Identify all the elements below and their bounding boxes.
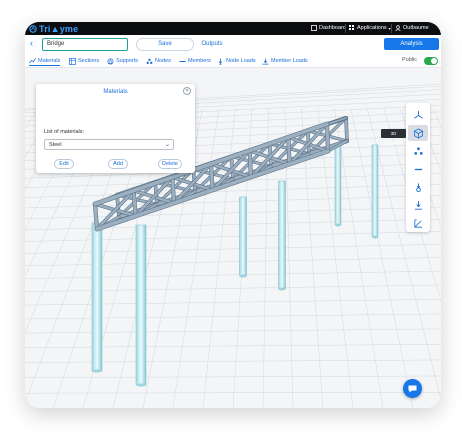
- column-base: [278, 287, 286, 291]
- tab-label: Nodes: [155, 58, 171, 64]
- axes-view-button[interactable]: [408, 107, 428, 123]
- dimension-icon: [413, 218, 422, 228]
- dashboard-label: Dashboard: [319, 25, 346, 31]
- front-vertical[interactable]: [248, 149, 253, 179]
- back-icon[interactable]: ‹: [30, 38, 33, 48]
- support-column[interactable]: [91, 222, 103, 372]
- chat-button[interactable]: [403, 379, 422, 398]
- project-toolbar: ‹ Bridge Save Outputs Analysis: [25, 35, 441, 54]
- front-vertical[interactable]: [132, 189, 137, 218]
- nodes-icon: [413, 146, 423, 155]
- show-loads-button[interactable]: [408, 197, 428, 213]
- tab-sections[interactable]: Sections: [69, 56, 99, 66]
- applications-menu[interactable]: Applications ▾: [349, 25, 391, 31]
- back-vertical[interactable]: [344, 116, 349, 143]
- top-bar: Tri▲yme Dashboard Applications ▾ Outbaum…: [25, 22, 441, 35]
- add-button[interactable]: Add: [108, 159, 128, 169]
- tab-label: Sections: [78, 58, 100, 64]
- chart-line-icon: [29, 58, 36, 64]
- member-icon: [414, 168, 422, 170]
- dashboard-icon: [311, 25, 317, 31]
- column-base: [239, 274, 247, 278]
- support-column[interactable]: [371, 144, 379, 238]
- support-column[interactable]: [135, 224, 147, 386]
- materials-panel: Materials × List of materials: Steel ⌄ E…: [36, 84, 195, 173]
- materials-select-value: Steel: [49, 142, 62, 148]
- close-icon[interactable]: ×: [183, 87, 191, 95]
- user-icon: [395, 25, 401, 31]
- user-name: Outbaume: [403, 25, 429, 31]
- support-icon: [107, 58, 114, 64]
- project-name-input[interactable]: Bridge: [42, 38, 128, 51]
- front-vertical[interactable]: [170, 175, 176, 205]
- public-label: Public: [402, 57, 417, 63]
- chevron-down-icon: ⌄: [164, 142, 170, 148]
- support-column[interactable]: [334, 143, 342, 226]
- table-icon: [69, 57, 76, 65]
- support-column[interactable]: [278, 180, 286, 290]
- tab-bar: Materials Sections Supports Nodes Member…: [25, 54, 441, 68]
- tab-nodes[interactable]: Nodes: [146, 56, 171, 66]
- axes-icon: [413, 110, 423, 119]
- show-members-button[interactable]: [408, 161, 428, 177]
- panel-title: Materials: [103, 89, 128, 95]
- node-load-icon: [218, 57, 223, 65]
- front-vertical[interactable]: [286, 135, 291, 166]
- user-menu[interactable]: Outbaume: [395, 25, 429, 31]
- support-column[interactable]: [239, 196, 247, 277]
- tab-member-loads[interactable]: Member Loads: [262, 56, 308, 66]
- member-icon: [179, 60, 186, 62]
- show-dimensions-button[interactable]: [408, 215, 428, 231]
- tab-label: Node Loads: [226, 58, 256, 64]
- front-vertical[interactable]: [325, 122, 330, 153]
- column-base: [335, 223, 341, 227]
- tab-materials[interactable]: Materials: [29, 56, 61, 66]
- chat-icon: [408, 385, 417, 393]
- save-button[interactable]: Save: [136, 38, 194, 51]
- logo-text: Tri▲yme: [39, 23, 79, 34]
- logo[interactable]: Tri▲yme: [29, 23, 78, 34]
- column-base: [372, 235, 378, 239]
- nodes-icon: [146, 58, 153, 64]
- cube-icon: [413, 127, 423, 139]
- app-window: Tri▲yme Dashboard Applications ▾ Outbaum…: [25, 22, 441, 408]
- applications-label: Applications: [357, 25, 387, 31]
- tab-label: Materials: [38, 57, 61, 64]
- show-supports-button[interactable]: [408, 179, 428, 195]
- tooltip: 3D Elements: [381, 129, 406, 145]
- materials-select[interactable]: Steel ⌄: [44, 139, 174, 150]
- tab-label: Supports: [116, 58, 139, 64]
- tab-supports[interactable]: Supports: [107, 56, 138, 66]
- edit-button[interactable]: Edit: [54, 159, 74, 169]
- outputs-button[interactable]: Outputs: [197, 38, 227, 51]
- grid-icon: [349, 25, 354, 30]
- materials-list-label: List of materials:: [44, 129, 85, 135]
- 3d-elements-button[interactable]: [408, 125, 428, 141]
- member-load-icon: [262, 57, 269, 65]
- support-icon: [415, 182, 421, 192]
- public-toggle[interactable]: [424, 57, 438, 65]
- front-vertical[interactable]: [93, 202, 99, 231]
- analysis-button[interactable]: Analysis: [384, 38, 439, 50]
- show-nodes-button[interactable]: [408, 143, 428, 159]
- tab-label: Members: [188, 58, 211, 64]
- dashboard-link[interactable]: Dashboard: [311, 25, 346, 31]
- tab-node-loads[interactable]: Node Loads: [217, 56, 256, 66]
- tab-members[interactable]: Members: [179, 56, 211, 66]
- column-base: [92, 369, 102, 373]
- delete-button[interactable]: Delete: [158, 159, 182, 169]
- front-vertical[interactable]: [209, 162, 214, 192]
- view-toolbar: [406, 103, 430, 232]
- logo-icon: [29, 24, 37, 33]
- column-base: [136, 383, 146, 387]
- load-icon: [414, 200, 422, 210]
- tab-label: Member Loads: [271, 58, 308, 64]
